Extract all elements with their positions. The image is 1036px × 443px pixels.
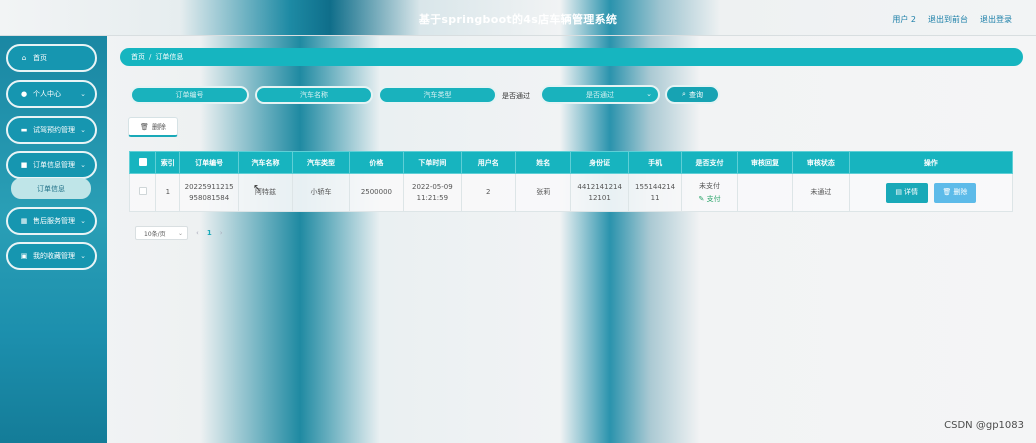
- sidebar-item-home[interactable]: ⌂ 首页: [6, 44, 97, 72]
- col-car-type: 汽车类型: [292, 151, 350, 174]
- sidebar-item-label: 首页: [33, 54, 47, 62]
- sidebar-item-label: 订单信息管理: [33, 161, 75, 169]
- sidebar: ⌂ 首页 ● 个人中心 ⌄ ▬ 试驾预约管理 ⌄ ■ 订单信息管理 ⌄ 订单信息…: [0, 36, 107, 443]
- search-icon: ⌕: [682, 90, 686, 98]
- prev-page-icon[interactable]: ‹: [196, 229, 199, 237]
- page-number[interactable]: 1: [207, 229, 212, 237]
- cell-username: 2: [460, 173, 517, 212]
- col-index: 索引: [155, 151, 181, 174]
- sidebar-item-label: 试驾预约管理: [33, 126, 75, 134]
- row-delete-label: 删除: [953, 188, 968, 196]
- sidebar-item-label: 我的收藏管理: [33, 252, 75, 260]
- user-icon: ●: [20, 90, 28, 98]
- cell-paid: 未支付 ✎ 支付: [681, 173, 738, 212]
- col-name: 姓名: [514, 151, 572, 174]
- chevron-down-icon: ⌄: [80, 161, 86, 169]
- sidebar-item-label: 售后服务管理: [33, 217, 75, 225]
- row-delete-button[interactable]: 🗑 删除: [933, 182, 976, 203]
- cell-review-status: 未通过: [792, 173, 850, 212]
- cell-order-no: 20225911215958081584: [179, 173, 239, 212]
- cell-id-card: 441214121412101: [570, 173, 629, 212]
- table-row: 1 20225911215958081584 阿特兹 小轿车 2500000 2…: [128, 173, 1014, 212]
- query-button[interactable]: ⌕ 查询: [665, 85, 720, 104]
- col-order-no: 订单编号: [179, 151, 239, 174]
- current-user-link[interactable]: 用户 2: [892, 14, 916, 25]
- row-checkbox[interactable]: [128, 173, 157, 212]
- approve-select-value: 是否通过: [586, 90, 614, 99]
- col-car-name: 汽车名称: [237, 151, 294, 174]
- app-title: 基于springboot的4s店车辆管理系统: [418, 13, 618, 26]
- mouse-cursor-icon: ↖: [253, 183, 262, 194]
- sidebar-item-label: 个人中心: [33, 90, 61, 98]
- cell-phone: 15514421411: [627, 173, 683, 212]
- folder-icon: ▣: [20, 252, 28, 260]
- car-type-input[interactable]: 汽车类型: [378, 86, 497, 104]
- batch-delete-label: 删除: [151, 122, 166, 131]
- col-phone: 手机: [627, 151, 683, 174]
- breadcrumb-separator: /: [149, 53, 152, 61]
- home-icon: ⌂: [21, 54, 27, 62]
- cell-review-reply: [736, 173, 794, 212]
- approve-select[interactable]: 是否通过 ⌄: [540, 85, 660, 104]
- col-username: 用户名: [460, 151, 517, 174]
- select-all-checkbox[interactable]: [128, 151, 157, 174]
- col-price: 价格: [348, 151, 405, 174]
- col-review-reply: 审核回复: [736, 151, 794, 174]
- logout-link[interactable]: 退出登录: [980, 14, 1012, 25]
- cell-index: 1: [155, 173, 181, 212]
- breadcrumb-current: 订单信息: [155, 53, 184, 61]
- pay-link[interactable]: ✎ 支付: [682, 194, 736, 205]
- chevron-down-icon: ⌄: [80, 90, 86, 98]
- col-paid: 是否支付: [681, 151, 738, 174]
- sidebar-item-orders[interactable]: ■ 订单信息管理 ⌄: [6, 151, 97, 179]
- col-order-time: 下单时间: [403, 151, 462, 174]
- document-icon: ▤: [895, 188, 902, 196]
- query-button-label: 查询: [688, 90, 703, 99]
- chevron-down-icon: ⌄: [80, 126, 86, 134]
- table-header-row: 索引 订单编号 汽车名称 汽车类型 价格 下单时间 用户名 姓名 身份证 手机 …: [128, 151, 1014, 174]
- chevron-down-icon: ⌄: [177, 230, 183, 237]
- cell-actions: ▤ 详情 🗑 删除: [848, 173, 1014, 212]
- monitor-icon: ▬: [20, 126, 28, 134]
- paid-status-text: 未支付: [699, 181, 721, 190]
- approve-filter-label: 是否通过: [502, 92, 530, 100]
- cell-car-name: 阿特兹: [237, 173, 294, 212]
- col-review-status: 审核状态: [792, 151, 850, 174]
- trash-icon: 🗑: [942, 188, 952, 196]
- page-size-value: 10条/页: [144, 230, 166, 238]
- chevron-down-icon: ⌄: [646, 90, 652, 98]
- cell-name: 张莉: [514, 173, 572, 212]
- chevron-down-icon: ⌄: [80, 217, 86, 225]
- cell-order-time: 2022-05-09 11:21:59: [403, 173, 462, 212]
- sidebar-item-after-sales[interactable]: ▦ 售后服务管理 ⌄: [6, 207, 97, 235]
- sidebar-item-favorites[interactable]: ▣ 我的收藏管理 ⌄: [6, 242, 97, 270]
- detail-button[interactable]: ▤ 详情: [885, 182, 928, 203]
- cell-car-type: 小轿车: [292, 173, 350, 212]
- next-page-icon[interactable]: ›: [220, 229, 223, 237]
- sidebar-item-personal-center[interactable]: ● 个人中心 ⌄: [6, 80, 97, 108]
- col-actions: 操作: [848, 151, 1014, 174]
- pagination: 10条/页 ⌄ ‹ 1 ›: [135, 226, 223, 240]
- car-name-input[interactable]: 汽车名称: [255, 86, 373, 104]
- breadcrumb-home[interactable]: 首页: [131, 52, 145, 62]
- sidebar-subitem-order-info[interactable]: 订单信息: [11, 178, 91, 199]
- chevron-down-icon: ⌄: [80, 252, 86, 260]
- orders-table: 索引 订单编号 汽车名称 汽车类型 价格 下单时间 用户名 姓名 身份证 手机 …: [128, 151, 1014, 212]
- breadcrumb: 首页 / 订单信息: [120, 48, 1023, 66]
- back-to-frontend-link[interactable]: 退出到前台: [928, 14, 968, 25]
- cell-price: 2500000: [348, 173, 405, 212]
- sidebar-item-test-drive[interactable]: ▬ 试驾预约管理 ⌄: [6, 116, 97, 144]
- page-size-select[interactable]: 10条/页 ⌄: [135, 226, 188, 240]
- top-bar: 基于springboot的4s店车辆管理系统 用户 2 退出到前台 退出登录: [0, 0, 1036, 36]
- trash-icon: 🗑: [140, 122, 149, 131]
- pay-link-label: 支付: [706, 194, 721, 203]
- grid-icon: ▦: [20, 217, 28, 225]
- batch-delete-button[interactable]: 🗑 删除: [128, 117, 178, 137]
- lock-icon: ■: [20, 161, 28, 169]
- header-links: 用户 2 退出到前台 退出登录: [892, 14, 1012, 25]
- watermark: CSDN @gp1083: [944, 420, 1024, 431]
- col-id-card: 身份证: [570, 151, 629, 174]
- detail-button-label: 详情: [904, 188, 918, 196]
- order-no-input[interactable]: 订单编号: [130, 86, 249, 104]
